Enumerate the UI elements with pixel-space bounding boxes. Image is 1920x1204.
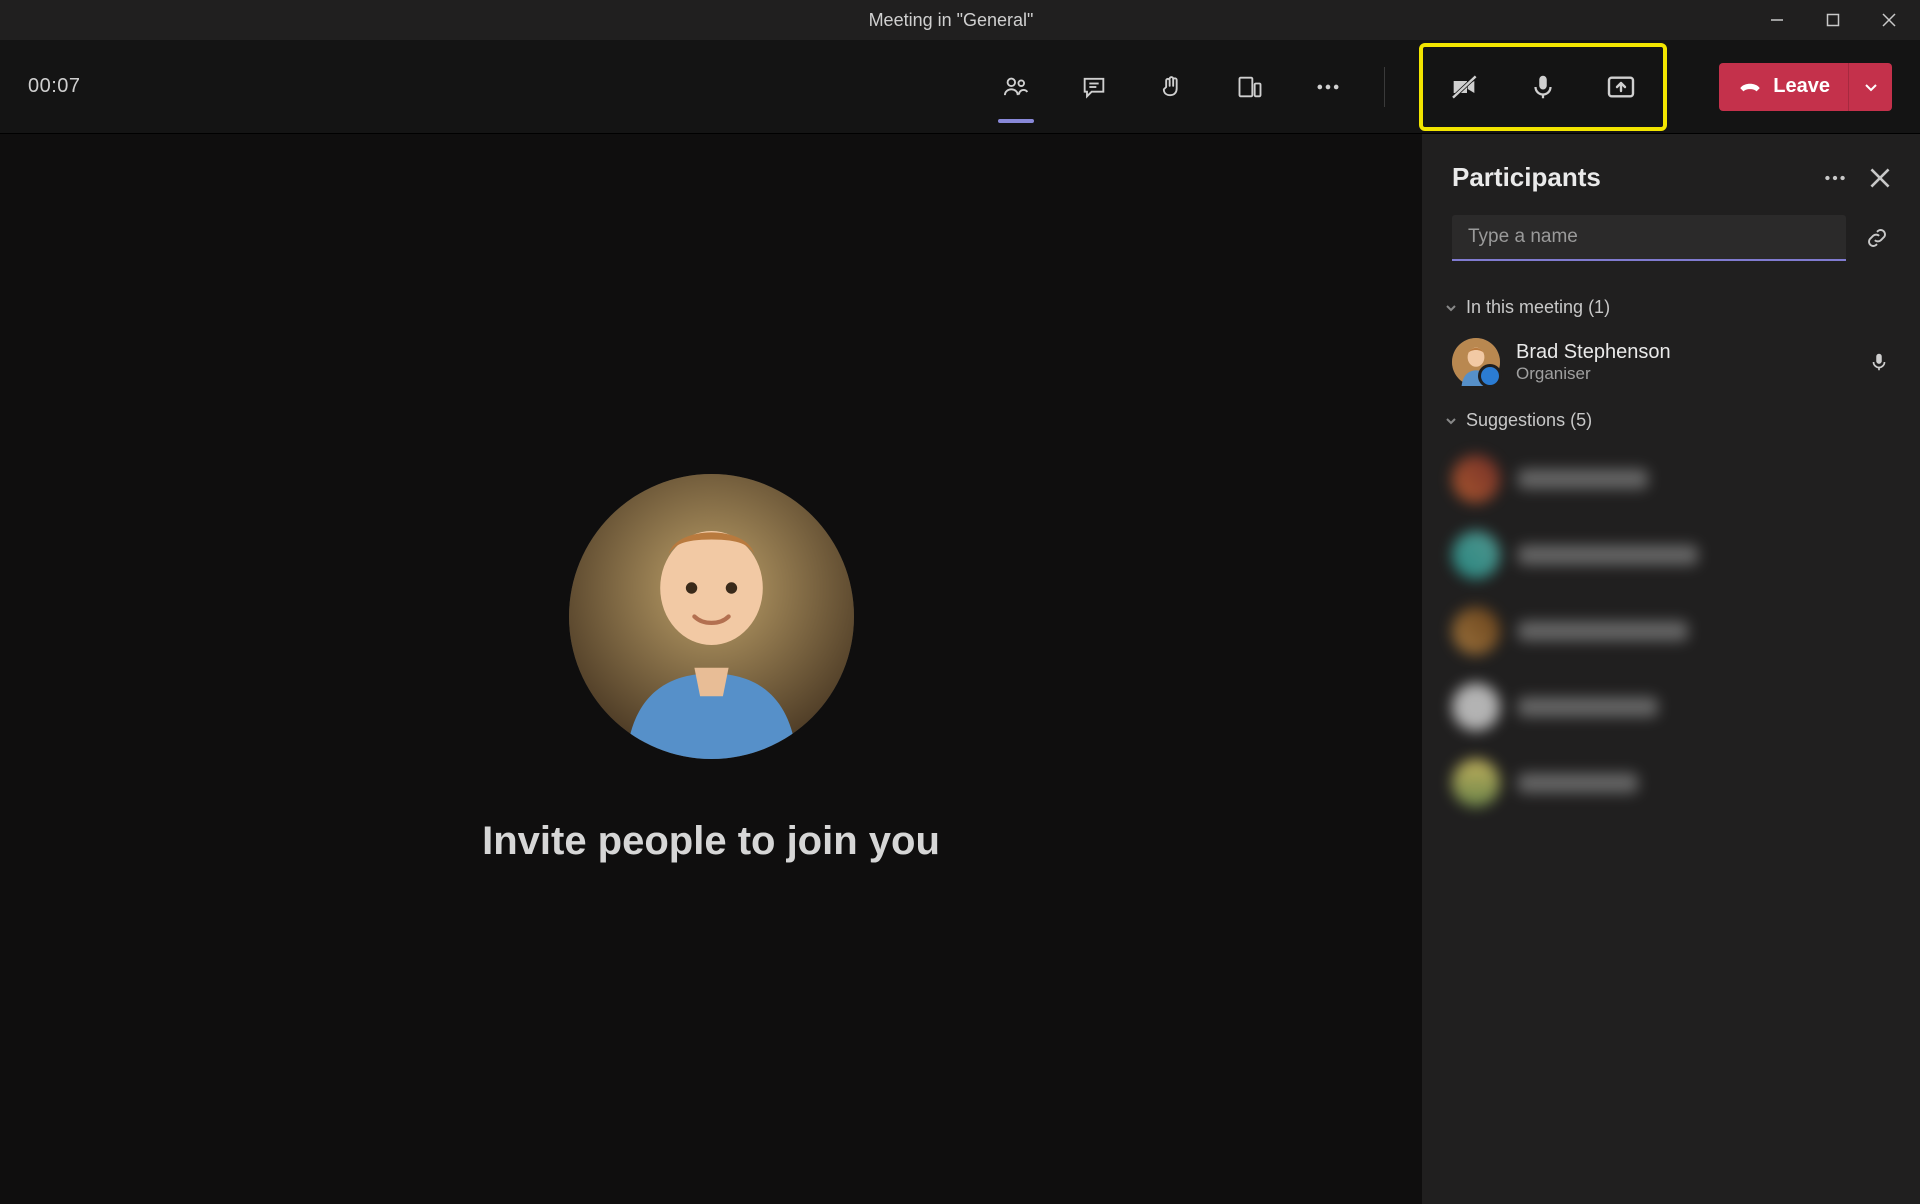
participant-name: Brad Stephenson	[1516, 341, 1852, 364]
maximize-icon	[1826, 13, 1840, 27]
maximize-button[interactable]	[1810, 5, 1856, 35]
suggestion-row[interactable]	[1422, 517, 1920, 593]
leave-options-button[interactable]	[1848, 63, 1892, 111]
invite-people-text: Invite people to join you	[482, 819, 940, 864]
section-suggestions-label: Suggestions (5)	[1466, 410, 1592, 431]
raise-hand-button[interactable]	[1150, 65, 1194, 109]
ellipsis-icon	[1822, 165, 1848, 191]
participants-toggle-button[interactable]	[994, 65, 1038, 109]
av-controls-highlight	[1419, 43, 1667, 131]
window-controls	[1754, 5, 1912, 35]
share-screen-button[interactable]	[1599, 65, 1643, 109]
section-suggestions[interactable]: Suggestions (5)	[1422, 396, 1920, 441]
camera-toggle-button[interactable]	[1443, 65, 1487, 109]
chat-icon	[1080, 73, 1108, 101]
suggestion-name	[1518, 545, 1698, 565]
participant-mic-status	[1868, 351, 1890, 373]
suggestion-row[interactable]	[1422, 593, 1920, 669]
panel-more-button[interactable]	[1822, 165, 1848, 191]
rooms-icon	[1236, 73, 1264, 101]
hand-icon	[1158, 73, 1186, 101]
section-in-meeting-label: In this meeting (1)	[1466, 297, 1610, 318]
suggestion-row[interactable]	[1422, 745, 1920, 821]
chat-toggle-button[interactable]	[1072, 65, 1116, 109]
leave-button[interactable]: Leave	[1719, 63, 1892, 111]
close-icon	[1870, 168, 1890, 188]
meeting-timer: 00:07	[28, 75, 81, 98]
participants-panel: Participants	[1422, 134, 1920, 1204]
close-button[interactable]	[1866, 5, 1912, 35]
window-title: Meeting in "General"	[148, 10, 1754, 31]
microphone-toggle-button[interactable]	[1521, 65, 1565, 109]
chevron-down-icon	[1863, 79, 1879, 95]
more-actions-button[interactable]	[1306, 65, 1350, 109]
suggestion-avatar	[1452, 455, 1500, 503]
content-area: Invite people to join you Participants	[0, 134, 1920, 1204]
people-icon	[1002, 73, 1030, 101]
suggestion-avatar	[1452, 531, 1500, 579]
suggestion-row[interactable]	[1422, 441, 1920, 517]
microphone-icon	[1868, 351, 1890, 373]
minimize-icon	[1770, 13, 1784, 27]
leave-button-main[interactable]: Leave	[1719, 63, 1848, 111]
panel-title: Participants	[1452, 162, 1601, 193]
ellipsis-icon	[1314, 73, 1342, 101]
suggestion-name	[1518, 621, 1688, 641]
title-bar: Meeting in "General"	[0, 0, 1920, 40]
copy-link-button[interactable]	[1864, 225, 1890, 251]
share-tray-icon	[1605, 71, 1637, 103]
panel-header: Participants	[1422, 162, 1920, 215]
participant-role: Organiser	[1516, 364, 1852, 384]
toolbar-center	[994, 65, 1350, 109]
self-avatar	[569, 474, 854, 759]
meeting-toolbar: 00:07	[0, 40, 1920, 134]
minimize-button[interactable]	[1754, 5, 1800, 35]
link-icon	[1864, 225, 1890, 251]
suggestion-avatar	[1452, 683, 1500, 731]
toolbar-divider	[1384, 67, 1385, 107]
suggestion-avatar	[1452, 759, 1500, 807]
section-in-meeting[interactable]: In this meeting (1)	[1422, 283, 1920, 328]
participant-row[interactable]: Brad Stephenson Organiser	[1422, 328, 1920, 396]
suggestion-avatar	[1452, 607, 1500, 655]
avatar-image	[1452, 338, 1500, 386]
hangup-icon	[1737, 74, 1763, 100]
panel-close-button[interactable]	[1870, 168, 1890, 188]
camera-off-icon	[1449, 71, 1481, 103]
suggestion-name	[1518, 697, 1658, 717]
suggestion-row[interactable]	[1422, 669, 1920, 745]
suggestion-name	[1518, 773, 1638, 793]
suggestion-name	[1518, 469, 1648, 489]
participant-info: Brad Stephenson Organiser	[1516, 341, 1852, 384]
avatar-image	[569, 474, 854, 759]
rooms-button[interactable]	[1228, 65, 1272, 109]
participant-search-input[interactable]	[1452, 215, 1846, 261]
search-row	[1422, 215, 1920, 283]
close-icon	[1882, 13, 1896, 27]
participant-avatar	[1452, 338, 1500, 386]
chevron-down-icon	[1444, 414, 1458, 428]
microphone-icon	[1528, 72, 1558, 102]
leave-button-label: Leave	[1773, 75, 1830, 98]
meeting-stage: Invite people to join you	[0, 134, 1422, 1204]
chevron-down-icon	[1444, 301, 1458, 315]
